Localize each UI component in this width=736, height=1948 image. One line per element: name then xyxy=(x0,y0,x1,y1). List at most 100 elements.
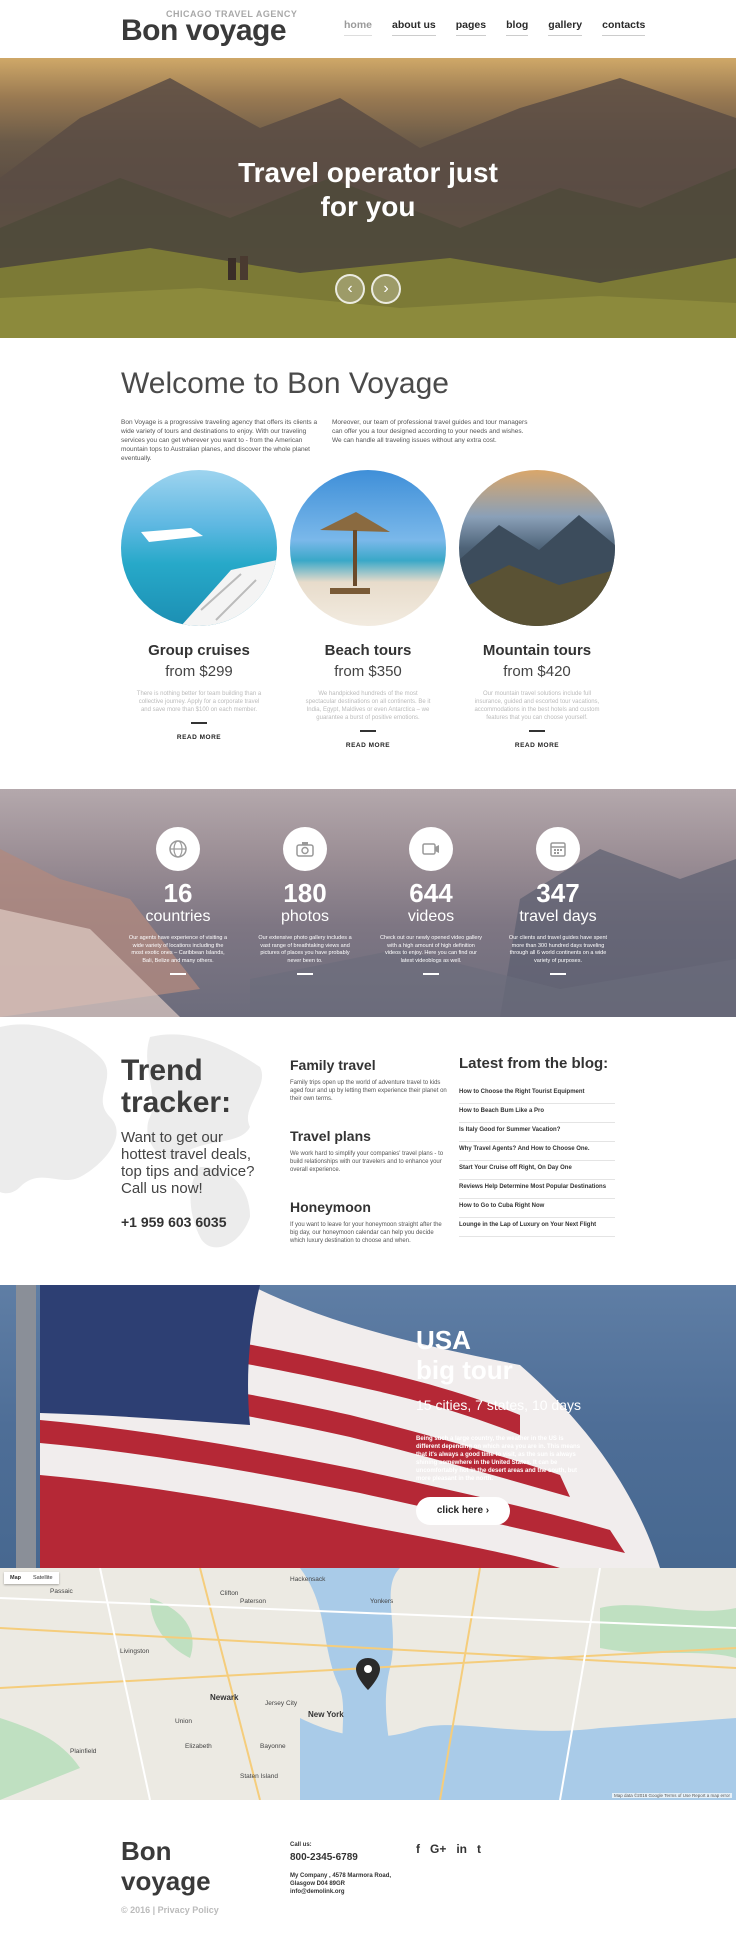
service-family: Family travel Family trips open up the w… xyxy=(290,1057,450,1103)
trend-phone[interactable]: +1 959 603 6035 xyxy=(121,1214,227,1230)
hero-title-line2: for you xyxy=(320,191,416,222)
divider xyxy=(423,973,439,975)
usa-title: USA big tour xyxy=(416,1325,513,1385)
divider xyxy=(550,973,566,975)
blog-link[interactable]: Reviews Help Determine Most Popular Dest… xyxy=(459,1180,615,1199)
map-label: Hackensack xyxy=(290,1576,326,1583)
map-label: Passaic xyxy=(50,1588,73,1595)
service-title[interactable]: Honeymoon xyxy=(290,1199,450,1215)
service-title[interactable]: Family travel xyxy=(290,1057,450,1073)
cruise-image[interactable] xyxy=(121,470,277,626)
nav-contacts[interactable]: contacts xyxy=(602,19,646,36)
welcome-text-right: Moreover, our team of professional trave… xyxy=(332,419,528,444)
blog-link[interactable]: How to Go to Cuba Right Now xyxy=(459,1199,615,1218)
usa-subtitle: 15 cities, 7 states, 10 days xyxy=(416,1397,581,1413)
read-more-link[interactable]: READ MORE xyxy=(290,742,446,749)
tour-name: Beach tours xyxy=(324,642,412,659)
tour-card-cruises: Group cruises from $299 There is nothing… xyxy=(121,470,277,741)
divider xyxy=(360,730,376,732)
map-label: Plainfield xyxy=(70,1748,97,1755)
stat-desc: Our clients and travel guides have spent… xyxy=(508,935,608,964)
footer-brand[interactable]: Bon voyage xyxy=(121,1836,211,1896)
nav-about[interactable]: about us xyxy=(392,19,436,36)
blog-link[interactable]: Why Travel Agents? And How to Choose One… xyxy=(459,1142,615,1161)
map-label: Bayonne xyxy=(260,1743,286,1750)
globe-icon xyxy=(156,827,200,871)
camera-icon xyxy=(283,827,327,871)
map-label: Jersey City xyxy=(265,1700,298,1707)
footer-phone[interactable]: 800-2345-6789 xyxy=(290,1852,358,1863)
mountain-image[interactable] xyxy=(459,470,615,626)
map-canvas[interactable] xyxy=(0,1568,736,1800)
tour-card-mountain: Mountain tours from $420 Our mountain tr… xyxy=(459,470,615,749)
blog-link[interactable]: How to Choose the Right Tourist Equipmen… xyxy=(459,1085,615,1104)
stat-desc: Our agents have experience of visiting a… xyxy=(128,935,228,964)
map-credit[interactable]: Map data ©2016 Google Terms of Use Repor… xyxy=(611,1793,732,1798)
blog-link[interactable]: Start Your Cruise off Right, On Day One xyxy=(459,1161,615,1180)
service-title[interactable]: Travel plans xyxy=(290,1128,450,1144)
linkedin-icon[interactable]: in xyxy=(456,1842,467,1856)
brand-logo[interactable]: Bon voyage xyxy=(121,14,287,48)
usa-title-line1: USA xyxy=(416,1325,471,1355)
map-tab-satellite[interactable]: Satellite xyxy=(27,1572,59,1584)
stat-number: 347 xyxy=(536,878,580,908)
usa-flag-image xyxy=(16,1285,660,1568)
tour-price: from $350 xyxy=(334,663,402,680)
stat-countries: 16 countries Our agents have experience … xyxy=(118,827,238,975)
click-here-button[interactable]: click here › xyxy=(416,1497,510,1525)
map-label: Clifton xyxy=(220,1590,239,1597)
nav-home[interactable]: home xyxy=(344,19,373,36)
umbrella-icon xyxy=(320,512,390,594)
hero-slider: Travel operator just for you ‹ › xyxy=(0,58,736,338)
facebook-icon[interactable]: f xyxy=(416,1842,420,1856)
welcome-title: Welcome to Bon Voyage xyxy=(121,367,449,400)
read-more-link[interactable]: READ MORE xyxy=(459,742,615,749)
nav-gallery[interactable]: gallery xyxy=(548,19,583,36)
stat-label: countries xyxy=(145,908,211,925)
tour-price: from $299 xyxy=(165,663,233,680)
hero-next-button[interactable]: › xyxy=(371,274,401,304)
service-plans: Travel plans We work hard to simplify yo… xyxy=(290,1128,450,1174)
footer-copyright[interactable]: © 2016 | Privacy Policy xyxy=(121,1905,219,1915)
tour-name: Mountain tours xyxy=(482,642,592,659)
stat-desc: Check out our newly opened video gallery… xyxy=(379,935,483,964)
footer-brand-line2: voyage xyxy=(121,1866,211,1896)
usa-title-line2: big tour xyxy=(416,1355,513,1385)
twitter-icon[interactable]: t xyxy=(477,1842,481,1856)
map-label: Elizabeth xyxy=(185,1743,212,1750)
map-label: Yonkers xyxy=(370,1598,394,1605)
blog-link[interactable]: Is Italy Good for Summer Vacation? xyxy=(459,1123,615,1142)
service-honeymoon: Honeymoon If you want to leave for your … xyxy=(290,1199,450,1245)
blog-link[interactable]: Lounge in the Lap of Luxury on Your Next… xyxy=(459,1218,615,1237)
stat-label: videos xyxy=(407,908,455,925)
divider xyxy=(529,730,545,732)
tour-name: Group cruises xyxy=(148,642,250,659)
map-label: New York xyxy=(308,1710,344,1719)
trend-subtitle: Want to get our hottest travel deals, to… xyxy=(121,1129,255,1197)
stat-number: 16 xyxy=(163,878,193,908)
blog-title: Latest from the blog: xyxy=(459,1055,609,1072)
stat-videos: 644 videos Check out our newly opened vi… xyxy=(371,827,491,975)
google-map[interactable]: Map Satellite Passaic Clifton Paterson H… xyxy=(0,1568,736,1800)
service-desc: If you want to leave for your honeymoon … xyxy=(290,1222,442,1244)
hero-title: Travel operator just for you xyxy=(0,156,736,224)
read-more-link[interactable]: READ MORE xyxy=(121,734,277,741)
google-plus-icon[interactable]: G+ xyxy=(430,1842,446,1856)
blog-link[interactable]: How to Beach Bum Like a Pro xyxy=(459,1104,615,1123)
divider xyxy=(191,722,207,724)
stat-travel-days: 347 travel days Our clients and travel g… xyxy=(498,827,618,975)
beach-image[interactable] xyxy=(290,470,446,626)
stat-number: 180 xyxy=(283,878,327,908)
tour-desc: There is nothing better for team buildin… xyxy=(136,691,262,713)
tour-price: from $420 xyxy=(503,663,571,680)
divider xyxy=(170,973,186,975)
map-label: Newark xyxy=(210,1693,239,1702)
map-type-tabs: Map Satellite xyxy=(4,1572,59,1584)
hero-prev-button[interactable]: ‹ xyxy=(335,274,365,304)
nav-pages[interactable]: pages xyxy=(455,19,487,36)
footer-email[interactable]: info@demolink.org xyxy=(290,1888,400,1896)
map-tab-map[interactable]: Map xyxy=(4,1572,27,1584)
calendar-icon xyxy=(536,827,580,871)
service-desc: We work hard to simplify your companies'… xyxy=(290,1151,444,1173)
nav-blog[interactable]: blog xyxy=(506,19,529,36)
